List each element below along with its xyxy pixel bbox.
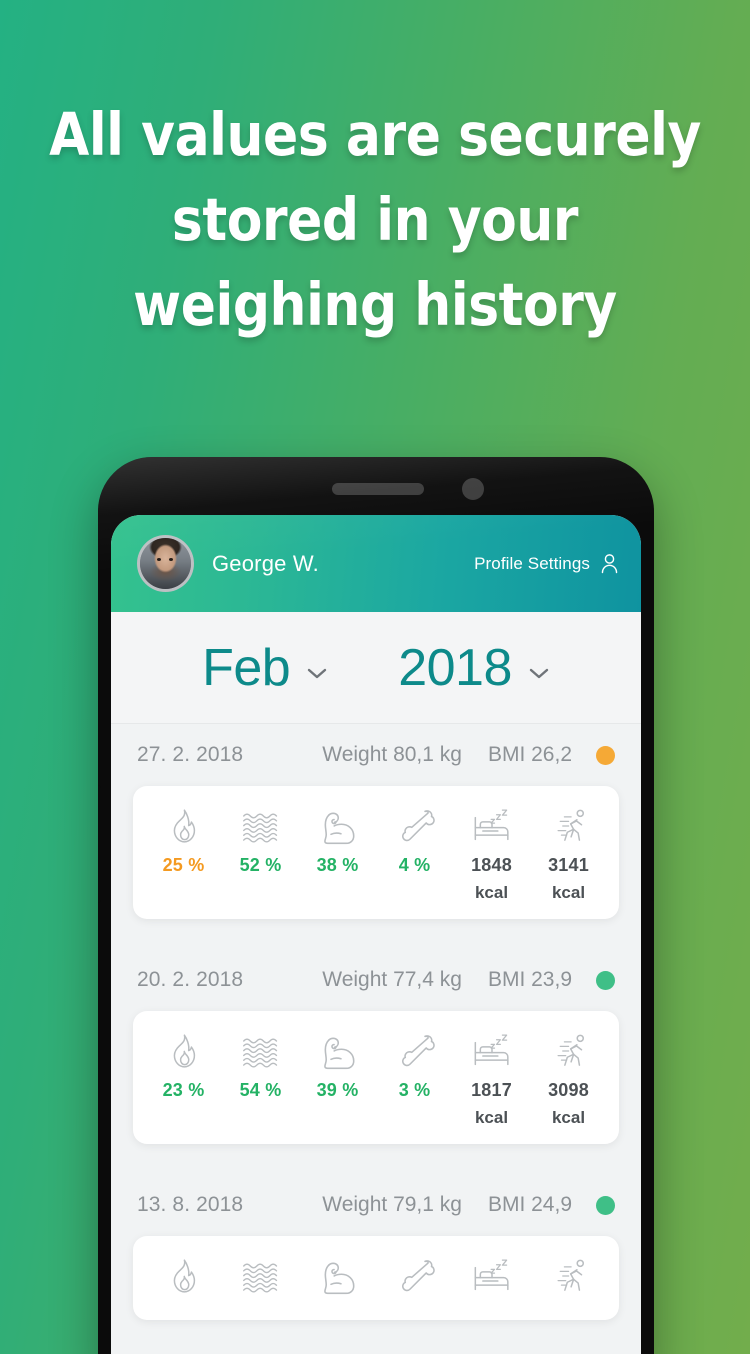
metric-running-person xyxy=(530,1254,607,1304)
entry-weight: Weight 77,4 kg xyxy=(322,968,462,991)
phone-screen: George W. Profile Settings Feb 2018 27. … xyxy=(111,515,641,1354)
metric-flame: 23 % xyxy=(145,1029,222,1101)
metric-water-waves: 52 % xyxy=(222,804,299,876)
entry-weight: Weight 80,1 kg xyxy=(322,743,462,766)
metric-value: 4 % xyxy=(398,855,431,875)
promo-headline: All values are securely stored in your w… xyxy=(45,92,705,347)
muscle-icon xyxy=(318,1254,358,1298)
entry-bmi: BMI 26,2 xyxy=(487,743,572,766)
entry-summary-row[interactable]: 27. 2. 2018 Weight 80,1 kg BMI 26,2 xyxy=(133,724,619,786)
metric-bed-sleep: 1848 kcal xyxy=(453,804,530,903)
running-person-icon xyxy=(549,1029,589,1073)
entry-weight: Weight 79,1 kg xyxy=(322,1193,462,1216)
bone-icon xyxy=(395,1254,435,1298)
bone-icon xyxy=(395,1029,435,1073)
metric-value: 1817 xyxy=(471,1080,512,1100)
metric-flame: 25 % xyxy=(145,804,222,876)
entry-summary-row[interactable]: 20. 2. 2018 Weight 77,4 kg BMI 23,9 xyxy=(133,949,619,1011)
profile-settings-button[interactable]: Profile Settings xyxy=(474,553,619,574)
weighing-entry[interactable]: 13. 8. 2018 Weight 79,1 kg BMI 24,9 xyxy=(111,1174,641,1320)
bed-sleep-icon xyxy=(472,804,512,848)
metric-flame xyxy=(145,1254,222,1304)
user-name: George W. xyxy=(212,550,319,576)
muscle-icon xyxy=(318,1029,358,1073)
metric-bed-sleep xyxy=(453,1254,530,1304)
year-selector[interactable]: 2018 xyxy=(398,640,550,696)
metric-unit: kcal xyxy=(551,1108,586,1127)
muscle-icon xyxy=(318,804,358,848)
status-badge xyxy=(596,970,615,990)
status-badge xyxy=(596,1195,615,1215)
person-icon xyxy=(601,554,618,574)
phone-mockup: George W. Profile Settings Feb 2018 27. … xyxy=(98,457,654,1354)
headline-line-3: weighing history xyxy=(133,270,617,339)
bone-icon xyxy=(395,804,435,848)
flame-icon xyxy=(164,1029,204,1073)
entry-bmi: BMI 23,9 xyxy=(487,968,572,991)
headline-line-2: stored in your xyxy=(171,185,579,254)
metric-unit: kcal xyxy=(474,883,509,902)
metric-muscle xyxy=(299,1254,376,1304)
metric-muscle: 38 % xyxy=(299,804,376,876)
metric-value: 3 % xyxy=(398,1080,431,1100)
metric-unit: kcal xyxy=(474,1108,509,1127)
running-person-icon xyxy=(549,1254,589,1298)
running-person-icon xyxy=(549,804,589,848)
entry-summary-row[interactable]: 13. 8. 2018 Weight 79,1 kg BMI 24,9 xyxy=(133,1174,619,1236)
metric-value: 39 % xyxy=(316,1080,359,1100)
metric-bone: 3 % xyxy=(376,1029,453,1101)
metric-water-waves: 54 % xyxy=(222,1029,299,1101)
water-waves-icon xyxy=(241,1029,281,1073)
metric-value: 3098 xyxy=(548,1080,589,1100)
metric-value: 3141 xyxy=(548,855,589,875)
weighing-entry[interactable]: 20. 2. 2018 Weight 77,4 kg BMI 23,9 23 % 54 … xyxy=(111,949,641,1144)
metric-value: 38 % xyxy=(316,855,359,875)
metric-bed-sleep: 1817 kcal xyxy=(453,1029,530,1128)
metric-value: 52 % xyxy=(239,855,282,875)
power-button[interactable] xyxy=(651,817,654,901)
front-camera-icon xyxy=(462,478,484,500)
flame-icon xyxy=(164,804,204,848)
bed-sleep-icon xyxy=(472,1029,512,1073)
metric-bone: 4 % xyxy=(376,804,453,876)
period-picker: Feb 2018 xyxy=(111,612,641,724)
volume-button[interactable] xyxy=(98,785,101,903)
water-waves-icon xyxy=(241,804,281,848)
entry-metrics-card[interactable]: 23 % 54 % 39 % 3 % 1817 kcal 3098 kcal xyxy=(133,1011,619,1144)
metric-unit: kcal xyxy=(551,883,586,902)
chevron-down-icon xyxy=(308,668,327,678)
metric-value: 1848 xyxy=(471,855,512,875)
entry-metrics-card[interactable]: 25 % 52 % 38 % 4 % 1848 kcal 3141 kcal xyxy=(133,786,619,919)
entry-date: 20. 2. 2018 xyxy=(137,968,244,991)
metric-bone xyxy=(376,1254,453,1304)
metric-value: 25 % xyxy=(162,855,205,875)
month-value: Feb xyxy=(202,638,291,697)
water-waves-icon xyxy=(241,1254,281,1298)
earpiece-speaker-icon xyxy=(332,483,424,495)
avatar[interactable] xyxy=(137,535,194,592)
weighing-history-list[interactable]: 27. 2. 2018 Weight 80,1 kg BMI 26,2 25 % 52 … xyxy=(111,724,641,1320)
bed-sleep-icon xyxy=(472,1254,512,1298)
profile-settings-label: Profile Settings xyxy=(474,553,590,573)
chevron-down-icon xyxy=(529,668,549,678)
metric-water-waves xyxy=(222,1254,299,1304)
entry-date: 27. 2. 2018 xyxy=(137,743,244,766)
metric-value: 54 % xyxy=(239,1080,282,1100)
metric-running-person: 3098 kcal xyxy=(530,1029,607,1128)
month-selector[interactable]: Feb xyxy=(202,640,328,696)
entry-metrics-card[interactable] xyxy=(133,1236,619,1320)
weighing-entry[interactable]: 27. 2. 2018 Weight 80,1 kg BMI 26,2 25 % 52 … xyxy=(111,724,641,919)
metric-muscle: 39 % xyxy=(299,1029,376,1101)
entry-bmi: BMI 24,9 xyxy=(487,1193,572,1216)
avatar-photo xyxy=(140,538,191,589)
headline-line-1: All values are securely xyxy=(49,100,701,169)
metric-value: 23 % xyxy=(162,1080,205,1100)
metric-running-person: 3141 kcal xyxy=(530,804,607,903)
status-badge xyxy=(596,745,615,765)
entry-date: 13. 8. 2018 xyxy=(137,1193,244,1216)
app-header: George W. Profile Settings xyxy=(111,515,641,612)
flame-icon xyxy=(164,1254,204,1298)
year-value: 2018 xyxy=(398,638,512,697)
